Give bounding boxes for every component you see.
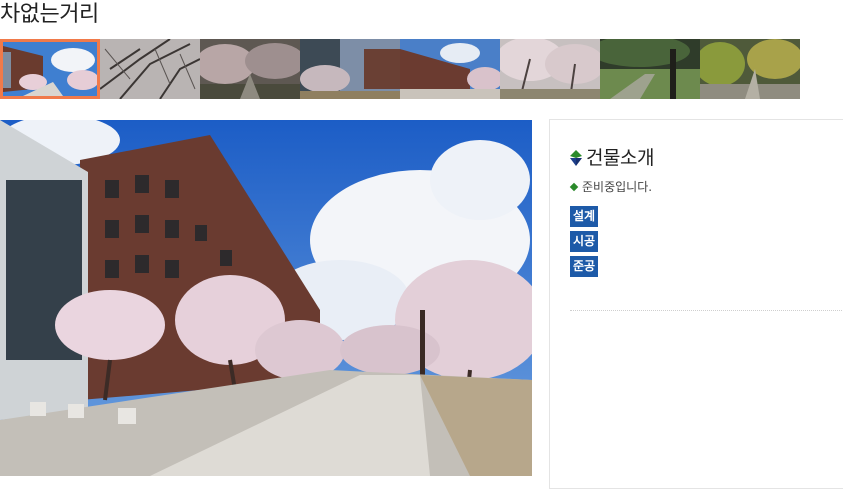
info-note-text: 준비중입니다. (582, 180, 653, 194)
diamond-icon (570, 149, 582, 166)
phase-tag-list: 설계 시공 준공 (570, 206, 599, 281)
tag-construction[interactable]: 시공 (570, 231, 599, 252)
page-title: 차없는거리 (0, 2, 99, 27)
thumbnail-4[interactable] (300, 39, 400, 99)
divider (570, 310, 843, 311)
thumbnail-2[interactable] (100, 39, 200, 99)
bullet-icon (569, 182, 579, 191)
thumbnail-1[interactable] (0, 39, 100, 99)
building-info-panel: 건물소개 준비중입니다. 설계 시공 준공 (549, 119, 843, 489)
tag-design[interactable]: 설계 (570, 206, 599, 227)
thumbnail-3[interactable] (200, 39, 300, 99)
info-heading-text: 건물소개 (586, 147, 654, 169)
thumbnail-8[interactable] (700, 39, 800, 99)
tag-completion[interactable]: 준공 (570, 256, 599, 277)
thumbnail-5[interactable] (400, 39, 500, 99)
thumbnail-strip (0, 39, 800, 99)
info-heading: 건물소개 (570, 143, 654, 170)
thumbnail-7[interactable] (600, 39, 700, 99)
thumbnail-6[interactable] (500, 39, 600, 99)
info-note: 준비중입니다. (569, 178, 653, 195)
main-photo (0, 120, 532, 476)
